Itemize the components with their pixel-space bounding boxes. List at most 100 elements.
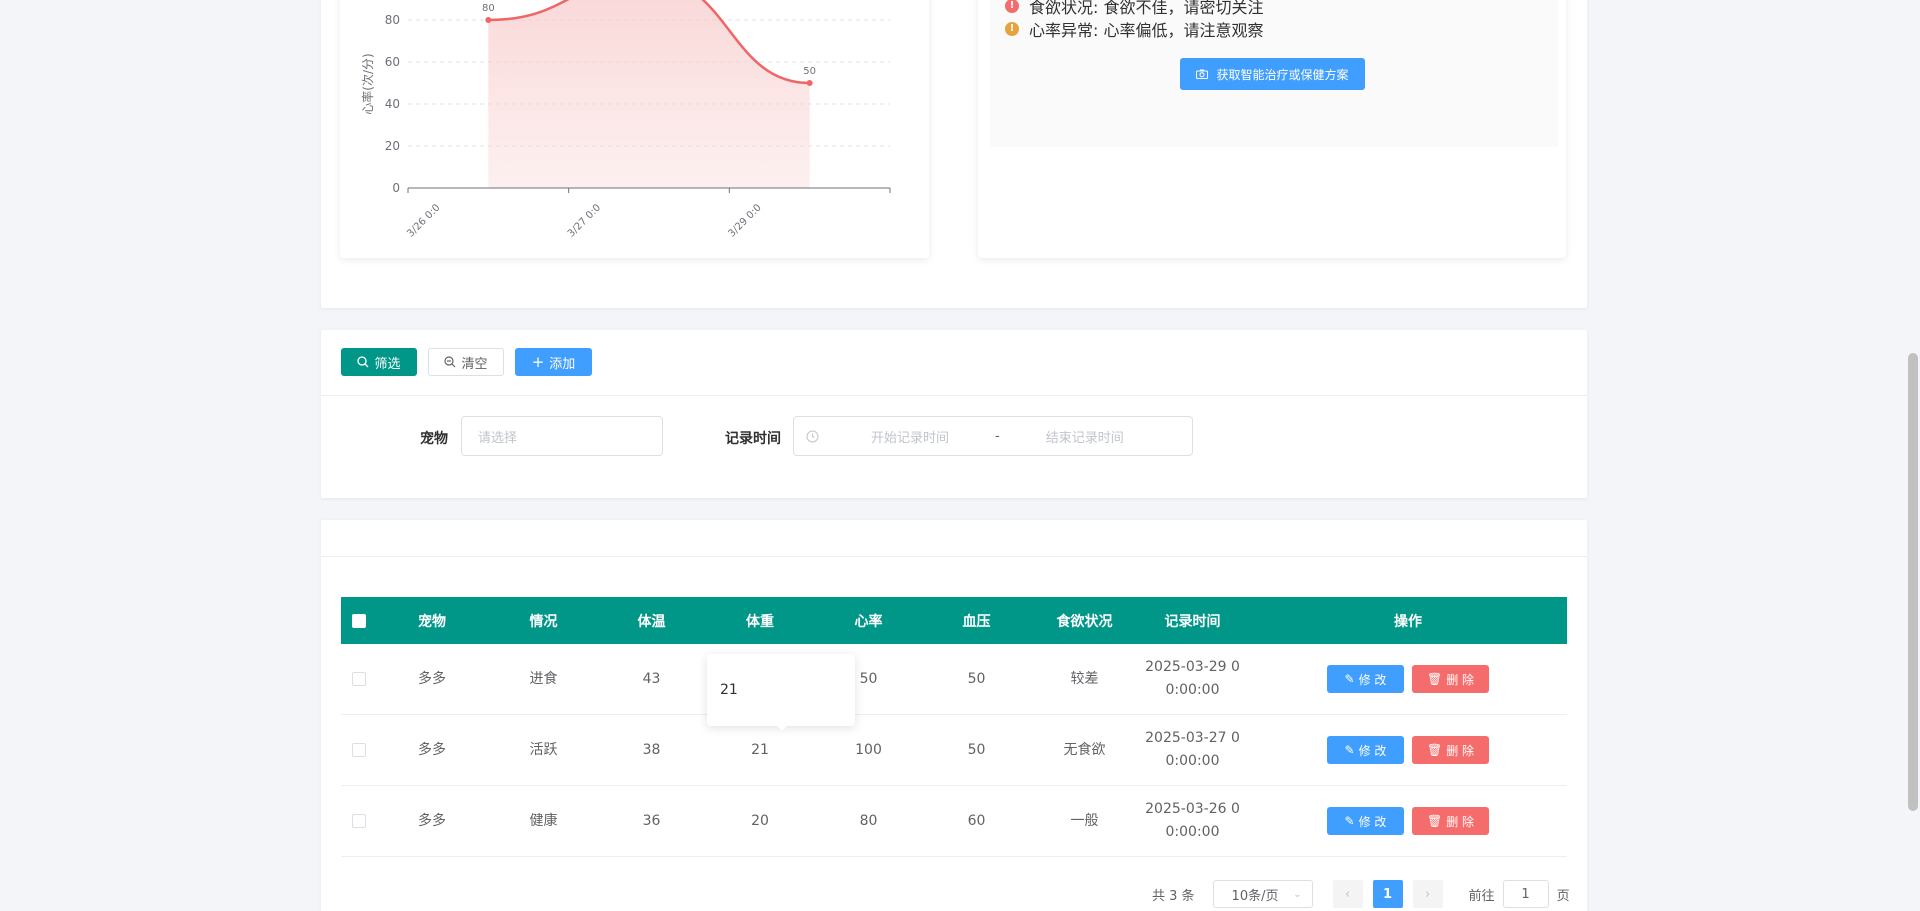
clock-icon (806, 430, 819, 442)
header-status[interactable]: 情况 (487, 597, 600, 644)
cell-status: 健康 (487, 785, 600, 857)
scrollbar-thumb[interactable] (1908, 353, 1918, 811)
add-button-label: 添加 (549, 356, 576, 372)
filter-button-label: 筛选 (374, 356, 401, 372)
x-tick-label: 3/27 0:0 (566, 202, 603, 239)
clear-button-label: 清空 (461, 356, 488, 372)
y-tick-label: 0 (392, 181, 400, 195)
y-tick-label: 40 (385, 97, 400, 111)
delete-button[interactable]: 🗑 删 除 (1412, 736, 1489, 764)
edit-button[interactable]: ✎ 修 改 (1327, 736, 1404, 764)
trash-icon: 🗑 (1426, 672, 1443, 686)
end-time-input[interactable]: 结束记录时间 (1030, 427, 1140, 446)
row-checkbox[interactable] (352, 671, 366, 686)
page-number-button[interactable]: 1 (1372, 880, 1403, 908)
cell-actions: ✎ 修 改 🗑 删 除 (1249, 785, 1567, 857)
pet-select-placeholder: 请选择 (478, 430, 518, 446)
health-records-table: 宠物 情况 体温 体重 心率 血压 食欲状况 记录时间 操作 多多 进食 43 … (341, 597, 1567, 857)
cell-record-time: 2025-03-29 0 0:00:00 (1136, 644, 1249, 715)
edit-icon: ✎ (1344, 814, 1355, 828)
chevron-right-icon: › (1424, 886, 1431, 902)
weight-tooltip: 21 (707, 654, 855, 726)
edit-button-label: 修 改 (1358, 672, 1387, 687)
edit-button[interactable]: ✎ 修 改 (1327, 807, 1404, 835)
record-time-range-picker[interactable]: 开始记录时间 - 结束记录时间 (793, 416, 1193, 456)
cell-pet: 多多 (377, 785, 487, 857)
select-all-checkbox[interactable] (352, 613, 366, 628)
edit-icon: ✎ (1344, 743, 1355, 757)
advice-appetite: ! 食欲状况: 食欲不佳，请密切关注 (1005, 0, 1263, 18)
pet-label: 宠物 (420, 431, 448, 447)
delete-button-label: 删 除 (1446, 743, 1475, 758)
y-axis-label: 心率(次/分) (360, 53, 375, 114)
next-page-button[interactable]: › (1412, 880, 1443, 908)
record-time-label: 记录时间 (725, 431, 781, 447)
add-button[interactable]: + 添加 (515, 348, 592, 376)
record-time-clock: 0:00:00 (1165, 824, 1220, 840)
data-point (485, 17, 492, 23)
warning-icon: ! (1005, 22, 1019, 36)
header-appetite[interactable]: 食欲状况 (1033, 597, 1136, 644)
delete-button-label: 删 除 (1446, 814, 1475, 829)
filter-button[interactable]: 筛选 (341, 348, 417, 376)
pagination: 共 3 条 10条/页 ⌄ ‹ 1 › 前往 1 页 (1152, 880, 1570, 908)
start-time-input[interactable]: 开始记录时间 (855, 427, 965, 446)
row-checkbox-cell (341, 714, 377, 786)
header-weight[interactable]: 体重 (703, 597, 817, 644)
camera-icon (1196, 69, 1209, 79)
clear-button[interactable]: 清空 (428, 348, 504, 376)
advice-heart-rate-text: 心率异常: 心率偏低，请注意观察 (1029, 21, 1264, 40)
row-checkbox-cell (341, 785, 377, 857)
goto-label: 前往 (1468, 888, 1495, 904)
record-time-clock: 0:00:00 (1165, 753, 1220, 769)
pagination-total: 共 3 条 (1152, 888, 1195, 904)
y-tick-label: 80 (385, 13, 400, 27)
advice-appetite-text: 食欲状况: 食欲不佳，请密切关注 (1029, 0, 1264, 17)
cell-actions: ✎ 修 改 🗑 删 除 (1249, 644, 1567, 715)
weight-tooltip-text: 21 (720, 682, 738, 698)
cell-appetite: 无食欲 (1033, 714, 1136, 786)
delete-button-label: 删 除 (1446, 672, 1475, 687)
header-heart-rate[interactable]: 心率 (817, 597, 920, 644)
advice-heart-rate: ! 心率异常: 心率偏低，请注意观察 (1005, 17, 1263, 41)
delete-button[interactable]: 🗑 删 除 (1412, 665, 1489, 693)
goto-page-input[interactable]: 1 (1502, 880, 1549, 908)
prev-page-button[interactable]: ‹ (1332, 880, 1363, 908)
header-pet[interactable]: 宠物 (377, 597, 487, 644)
records-divider (321, 556, 1587, 557)
cell-appetite: 一般 (1033, 785, 1136, 857)
edit-button-label: 修 改 (1358, 743, 1387, 758)
chevron-down-icon: ⌄ (1293, 888, 1302, 900)
page-size-select[interactable]: 10条/页 ⌄ (1212, 880, 1313, 908)
record-time-clock: 0:00:00 (1165, 682, 1220, 698)
header-temperature[interactable]: 体温 (600, 597, 703, 644)
record-time-date: 2025-03-29 0 (1145, 659, 1240, 675)
edit-button-label: 修 改 (1358, 814, 1387, 829)
get-treatment-plan-button[interactable]: 获取智能治疗或保健方案 (1180, 58, 1365, 90)
cell-blood-pressure: 50 (920, 644, 1033, 715)
search-icon (357, 356, 369, 368)
y-tick-label: 20 (385, 139, 400, 153)
select-all-cell (341, 597, 377, 644)
error-icon: ! (1005, 0, 1019, 13)
cell-weight: 20 (703, 785, 817, 857)
table-row: 多多 进食 43 21 50 50 较差 2025-03-29 00:00:00… (341, 644, 1567, 715)
row-checkbox[interactable] (352, 813, 366, 828)
pet-select[interactable]: 请选择 (461, 416, 663, 456)
edit-button[interactable]: ✎ 修 改 (1327, 665, 1404, 693)
header-record-time[interactable]: 记录时间 (1136, 597, 1249, 644)
filter-toolbar: 筛选 清空 + 添加 (341, 348, 592, 376)
filter-divider (321, 395, 1587, 396)
header-blood-pressure[interactable]: 血压 (920, 597, 1033, 644)
trash-icon: 🗑 (1426, 743, 1443, 757)
trash-icon: 🗑 (1426, 814, 1443, 828)
get-treatment-plan-label: 获取智能治疗或保健方案 (1216, 67, 1349, 82)
table-row: 多多 活跃 38 21 100 50 无食欲 2025-03-27 0 0:00:… (341, 714, 1567, 786)
cell-actions: ✎ 修 改 🗑 删 除 (1249, 714, 1567, 786)
row-checkbox[interactable] (352, 742, 366, 757)
clear-search-icon (444, 356, 456, 368)
page-suffix: 页 (1556, 888, 1570, 904)
data-label: 50 (803, 66, 816, 77)
cell-heart-rate: 80 (817, 785, 920, 857)
delete-button[interactable]: 🗑 删 除 (1412, 807, 1489, 835)
